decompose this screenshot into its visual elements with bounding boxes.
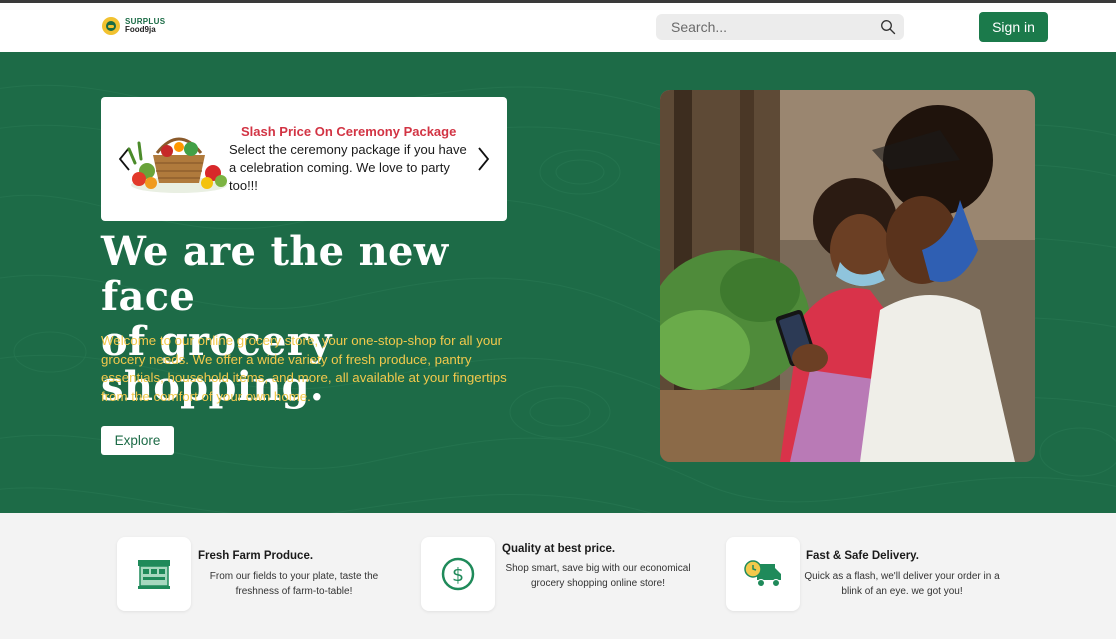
features-section: Fresh Farm Produce. From our fields to y… <box>0 513 1116 639</box>
feature-icon-box: $ <box>421 537 495 611</box>
promo-description: Select the ceremony package if you have … <box>229 142 467 193</box>
carousel-next-chevron-icon[interactable] <box>475 146 491 172</box>
svg-text:$: $ <box>452 564 464 586</box>
top-navbar: SURPLUS Food9ja Sign in <box>0 3 1116 52</box>
explore-button[interactable]: Explore <box>101 426 174 455</box>
feature-description: Shop smart, save big with our economical… <box>505 563 691 589</box>
feature-title: Quality at best price. <box>502 543 616 555</box>
search-icon[interactable] <box>880 19 896 35</box>
feature-description: Quick as a flash, we'll deliver your ord… <box>804 571 1000 597</box>
delivery-truck-icon <box>744 560 781 587</box>
vegetable-basket-image <box>127 137 227 193</box>
hero-shoppers-photo <box>660 90 1035 462</box>
sign-in-button[interactable]: Sign in <box>979 12 1048 42</box>
brand-logo[interactable]: SURPLUS Food9ja <box>102 17 165 35</box>
hero-section: Slash Price On Ceremony Package Select t… <box>0 52 1116 513</box>
feature-title: Fast & Safe Delivery. <box>806 550 919 562</box>
hero-intro-text: Welcome to our online grocery store, you… <box>101 333 507 404</box>
promo-carousel: Slash Price On Ceremony Package Select t… <box>101 97 507 221</box>
search-bar <box>656 14 904 40</box>
logo-icon <box>102 17 120 35</box>
feature-icon-box <box>726 537 800 611</box>
feature-description: From our fields to your plate, taste the… <box>209 571 379 597</box>
market-stall-icon <box>138 560 170 589</box>
hero-headline-line1: We are the new face <box>101 228 449 320</box>
brand-name-line2: Food9ja <box>125 25 156 34</box>
promo-title: Slash Price On Ceremony Package <box>241 124 457 139</box>
feature-title: Fresh Farm Produce. <box>198 550 314 562</box>
search-input[interactable] <box>656 14 876 40</box>
feature-icon-box <box>117 537 191 611</box>
dollar-icon: $ <box>441 557 475 591</box>
